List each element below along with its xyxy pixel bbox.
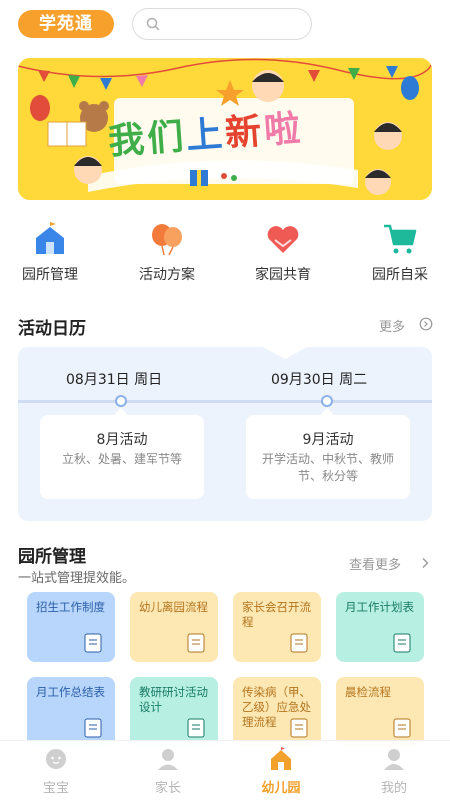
tile-label: 招生工作制度 bbox=[36, 600, 105, 614]
bottom-tab-bar: 宝宝 家长 幼儿园 我的 bbox=[0, 740, 450, 800]
management-subtitle: 一站式管理提效能。 bbox=[18, 571, 136, 586]
tab-parent[interactable]: 家长 bbox=[112, 741, 224, 800]
management-more-link[interactable]: 查看更多 bbox=[349, 554, 401, 573]
search-icon bbox=[146, 17, 160, 31]
document-icon bbox=[84, 633, 102, 653]
management-tile[interactable]: 月工作计划表 bbox=[336, 592, 424, 662]
management-section-title: 园所管理 bbox=[18, 547, 86, 567]
tile-label: 家长会召开流程 bbox=[242, 600, 311, 629]
quick-entry-label: 活动方案 bbox=[139, 267, 195, 283]
management-tile[interactable]: 招生工作制度 bbox=[27, 592, 115, 662]
calendar-card-title: 8月活动 bbox=[96, 432, 148, 448]
profile-icon bbox=[384, 749, 404, 770]
management-tile[interactable]: 家长会召开流程 bbox=[233, 592, 321, 662]
parent-avatar-icon bbox=[158, 749, 178, 770]
tab-label: 我的 bbox=[380, 781, 407, 796]
tab-kindergarten[interactable]: 幼儿园 bbox=[225, 741, 337, 800]
quick-entry-home-school[interactable]: 家园共育 bbox=[233, 222, 333, 284]
quick-entry-grid: 园所管理 活动方案 家园共育 园所自采 bbox=[0, 222, 450, 284]
balloons-icon bbox=[152, 224, 182, 256]
card-pointer bbox=[320, 408, 334, 415]
calendar-section-title: 活动日历 bbox=[18, 319, 86, 339]
document-icon bbox=[290, 718, 308, 738]
card-pointer bbox=[114, 408, 128, 415]
banner-char: 新 bbox=[223, 110, 266, 155]
kindergarten-house-icon bbox=[271, 747, 291, 770]
banner-char: 上 bbox=[184, 113, 227, 158]
management-tile[interactable]: 教研研讨活动设计 bbox=[130, 677, 218, 747]
calendar-card-august[interactable]: 8月活动 立秋、处暑、建军节等 bbox=[40, 415, 204, 499]
document-icon bbox=[187, 633, 205, 653]
calendar-date: 09月30日 周二 bbox=[271, 372, 368, 388]
top-header: 学苑通 bbox=[0, 0, 450, 52]
quick-entry-label: 园所管理 bbox=[22, 267, 78, 283]
tile-label: 月工作计划表 bbox=[345, 600, 414, 614]
document-icon bbox=[393, 718, 411, 738]
quick-entry-label: 园所自采 bbox=[372, 267, 428, 283]
shopping-cart-icon bbox=[384, 224, 417, 254]
tab-label: 宝宝 bbox=[42, 781, 69, 796]
timeline-dot bbox=[115, 395, 127, 407]
calendar-card-desc: 立秋、处暑、建军节等 bbox=[61, 452, 182, 466]
tile-label: 月工作总结表 bbox=[36, 685, 105, 699]
banner-char: 啦 bbox=[262, 108, 305, 152]
search-input[interactable] bbox=[167, 14, 297, 34]
document-icon bbox=[393, 633, 411, 653]
app-logo[interactable]: 学苑通 bbox=[18, 10, 114, 38]
search-box[interactable] bbox=[132, 8, 312, 40]
quick-entry-self-purchase[interactable]: 园所自采 bbox=[350, 222, 450, 284]
tab-mine[interactable]: 我的 bbox=[338, 741, 450, 800]
calendar-card-september[interactable]: 9月活动 开学活动、中秋节、教师节、秋分等 bbox=[246, 415, 410, 499]
management-tile[interactable]: 幼儿离园流程 bbox=[130, 592, 218, 662]
banner-char: 我 bbox=[107, 119, 149, 163]
chevron-right-icon[interactable] bbox=[418, 556, 432, 570]
management-tile[interactable]: 传染病（甲、乙级）应急处理流程 bbox=[233, 677, 321, 747]
heart-hands-icon bbox=[267, 226, 299, 253]
activity-calendar: 08月31日 周日 09月30日 周二 8月活动 立秋、处暑、建军节等 9月活动… bbox=[18, 347, 432, 521]
calendar-notch bbox=[263, 347, 307, 359]
document-icon bbox=[290, 633, 308, 653]
quick-entry-label: 家园共育 bbox=[255, 267, 311, 283]
calendar-card-desc: 开学活动、中秋节、教师节、秋分等 bbox=[261, 452, 394, 483]
circle-arrow-right-icon[interactable] bbox=[419, 317, 433, 331]
timeline-dot bbox=[321, 395, 333, 407]
calendar-timeline bbox=[18, 400, 432, 403]
tab-baby[interactable]: 宝宝 bbox=[0, 741, 112, 800]
tile-label: 幼儿离园流程 bbox=[139, 600, 208, 614]
tab-label: 幼儿园 bbox=[261, 781, 301, 796]
banner-char: 们 bbox=[145, 116, 188, 161]
school-building-icon bbox=[36, 222, 64, 254]
promo-banner[interactable]: 我们上新啦 bbox=[18, 58, 432, 200]
tile-label: 教研研讨活动设计 bbox=[139, 685, 208, 714]
baby-face-icon bbox=[46, 749, 66, 769]
tab-label: 家长 bbox=[154, 781, 181, 796]
document-icon bbox=[84, 718, 102, 738]
calendar-date: 08月31日 周日 bbox=[66, 372, 163, 388]
document-icon bbox=[187, 718, 205, 738]
calendar-more-link[interactable]: 更多 bbox=[379, 316, 405, 335]
calendar-card-title: 9月活动 bbox=[302, 432, 354, 448]
management-tile[interactable]: 月工作总结表 bbox=[27, 677, 115, 747]
tile-label: 晨检流程 bbox=[345, 685, 391, 699]
quick-entry-school-management[interactable]: 园所管理 bbox=[0, 222, 100, 284]
quick-entry-activity-plan[interactable]: 活动方案 bbox=[117, 222, 217, 284]
management-tile[interactable]: 晨检流程 bbox=[336, 677, 424, 747]
